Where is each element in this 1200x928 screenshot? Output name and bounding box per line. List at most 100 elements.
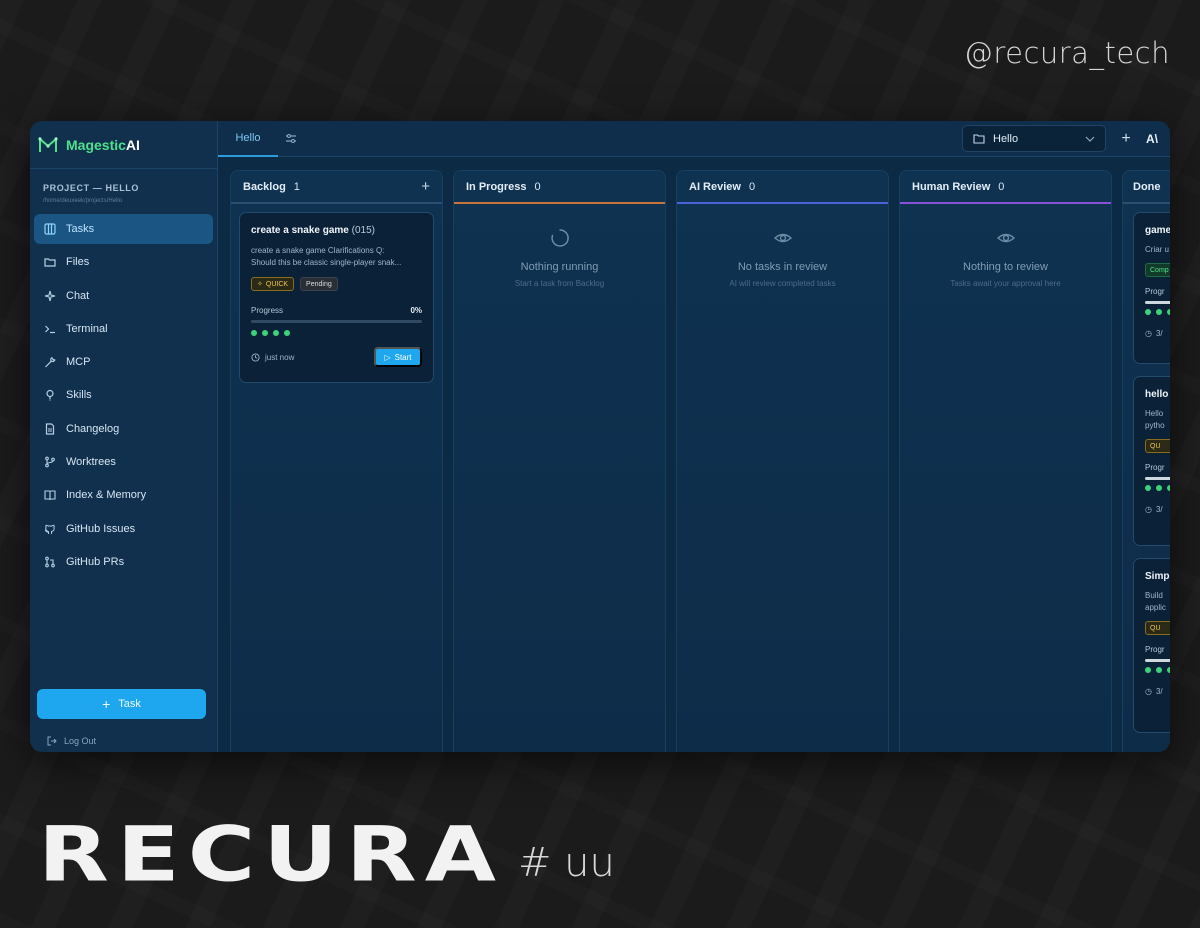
start-task-button[interactable]: ▷ Start	[374, 347, 422, 367]
phase-dots	[1145, 485, 1170, 491]
main-area: Hello Hello + A\ Backlog 1 + create a sn…	[218, 121, 1170, 752]
book-icon	[44, 490, 56, 501]
column-title: Human Review	[912, 180, 991, 193]
column-title: In Progress	[466, 180, 527, 193]
sidebar-item-label: Chat	[66, 289, 90, 302]
sidebar-item-chat[interactable]: Chat	[34, 281, 213, 311]
kanban-icon	[44, 223, 56, 235]
phase-dot	[262, 330, 268, 336]
logout-button[interactable]: Log Out	[47, 736, 96, 746]
sidebar-item-label: Index & Memory	[66, 489, 147, 502]
column-in-progress: In Progress 0 Nothing running Start a ta…	[453, 170, 666, 752]
column-backlog: Backlog 1 + create a snake game (015) cr…	[230, 170, 443, 752]
column-count: 0	[998, 180, 1005, 193]
clock-icon: ◷	[1145, 687, 1152, 696]
task-card[interactable]: game Criar u Comp Progr ◷ 3/	[1133, 212, 1170, 364]
progress-header: Progress 0%	[251, 306, 422, 315]
progress-label: Progress	[251, 306, 284, 315]
eye-icon	[773, 233, 792, 243]
tab-hello[interactable]: Hello	[218, 121, 278, 157]
sidebar-item-label: Files	[66, 256, 90, 269]
git-pull-request-icon	[45, 556, 55, 568]
phase-dot	[273, 330, 279, 336]
column-header: Done	[1123, 171, 1170, 204]
add-to-backlog-button[interactable]: +	[421, 178, 430, 195]
sidebar-item-worktrees[interactable]: Worktrees	[34, 447, 213, 477]
add-project-button[interactable]: +	[1118, 130, 1134, 148]
task-title: Simp	[1145, 571, 1170, 582]
quick-badge: QU	[1145, 439, 1170, 453]
sliders-icon[interactable]	[281, 133, 301, 145]
chevron-down-icon	[1085, 136, 1095, 142]
empty-state: Nothing running Start a task from Backlo…	[454, 228, 665, 288]
sidebar-item-tasks[interactable]: Tasks	[34, 214, 213, 244]
progress-bar	[1145, 659, 1170, 662]
sidebar-item-index-memory[interactable]: Index & Memory	[34, 480, 213, 510]
task-badges: ✧ QUICK Pending	[251, 277, 422, 291]
task-time: just now	[251, 353, 294, 362]
task-card[interactable]: hello Hello pytho QU Progr ◷ 3/	[1133, 376, 1170, 546]
empty-title: Nothing running	[520, 261, 599, 273]
progress-bar	[1145, 301, 1170, 304]
column-done: Done game Criar u Comp Progr ◷ 3/ hello H…	[1122, 170, 1170, 752]
progress-bar	[1145, 477, 1170, 480]
sidebar-item-terminal[interactable]: Terminal	[34, 314, 213, 344]
app-window: MagesticAI PROJECT — HELLO /home/deuxeek…	[30, 121, 1170, 752]
sidebar-item-github-prs[interactable]: GitHub PRs	[34, 547, 213, 577]
github-icon	[44, 524, 55, 534]
progress-label: Progr	[1145, 463, 1165, 472]
project-path: /home/deuxeek/projects/Hello	[43, 198, 123, 204]
status-badge: Pending	[300, 277, 338, 291]
sparkles-icon	[44, 290, 56, 301]
task-card[interactable]: Simp Build applic QU Progr ◷ 3/	[1133, 558, 1170, 733]
project-select[interactable]: Hello	[962, 125, 1106, 152]
sidebar-item-files[interactable]: Files	[34, 247, 213, 277]
progress-label: Progr	[1145, 645, 1165, 654]
folder-icon	[973, 134, 985, 144]
progress-label: Progr	[1145, 287, 1165, 296]
sidebar-item-label: Tasks	[66, 223, 95, 235]
task-title: hello	[1145, 389, 1169, 400]
phase-dot	[251, 330, 257, 336]
add-task-label: Task	[118, 698, 141, 710]
task-title: create a snake game (015)	[251, 225, 375, 236]
column-ai-review: AI Review 0 No tasks in review AI will r…	[676, 170, 889, 752]
project-title: PROJECT — HELLO	[43, 183, 140, 193]
plus-icon: +	[102, 696, 111, 712]
task-card[interactable]: create a snake game (015) create a snake…	[239, 212, 434, 383]
add-task-button[interactable]: + Task	[37, 689, 206, 719]
column-header: In Progress 0	[454, 171, 665, 204]
brand-watermark: RECURA # uu	[38, 808, 615, 892]
progress-bar	[251, 320, 422, 323]
eye-icon	[996, 233, 1015, 243]
anthropic-logo[interactable]: A\	[1146, 132, 1170, 146]
sidebar-item-github-issues[interactable]: GitHub Issues	[34, 514, 213, 544]
sidebar-item-skills[interactable]: Skills	[34, 380, 213, 410]
sidebar-item-label: Terminal	[66, 322, 108, 335]
column-header: Human Review 0	[900, 171, 1111, 204]
status-badge: Comp	[1145, 263, 1170, 277]
lightbulb-icon	[46, 390, 54, 402]
quick-badge: ✧ QUICK	[251, 277, 295, 291]
empty-state: No tasks in review AI will review comple…	[677, 228, 888, 288]
empty-subtitle: Tasks await your approval here	[950, 279, 1061, 288]
logo[interactable]: MagesticAI	[30, 121, 217, 169]
sidebar-item-label: Worktrees	[66, 456, 116, 469]
terminal-icon	[45, 325, 55, 333]
sidebar-item-mcp[interactable]: MCP	[34, 347, 213, 377]
project-info: PROJECT — HELLO /home/deuxeek/projects/H…	[30, 169, 217, 210]
topbar-actions: Hello + A\	[962, 125, 1170, 152]
logout-icon	[47, 736, 57, 746]
play-icon: ▷	[384, 352, 391, 362]
clock-icon: ◷	[1145, 329, 1152, 338]
sidebar-item-label: Skills	[66, 389, 92, 402]
task-description: Criar u	[1145, 245, 1170, 254]
document-icon	[45, 423, 55, 435]
phase-dots	[1145, 309, 1170, 315]
sidebar-item-changelog[interactable]: Changelog	[34, 414, 213, 444]
topbar: Hello Hello + A\	[218, 121, 1170, 157]
sidebar: MagesticAI PROJECT — HELLO /home/deuxeek…	[30, 121, 218, 752]
task-time: ◷ 3/	[1145, 505, 1163, 514]
column-count: 1	[293, 180, 300, 193]
brand-tag: # uu	[517, 840, 615, 886]
